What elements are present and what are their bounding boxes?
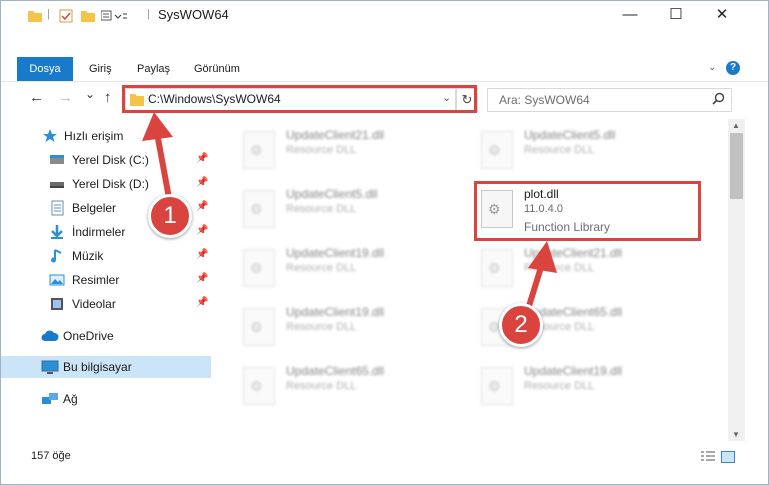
annotation-arrows [142, 112, 557, 322]
step-badge-2: 2 [499, 303, 543, 347]
step-badge-1: 1 [148, 194, 192, 238]
arrow-1 [142, 112, 173, 201]
explorer-window: | | SysWOW64 — ☐ ✕ Dosya Giriş Paylaş Gö… [0, 0, 769, 485]
